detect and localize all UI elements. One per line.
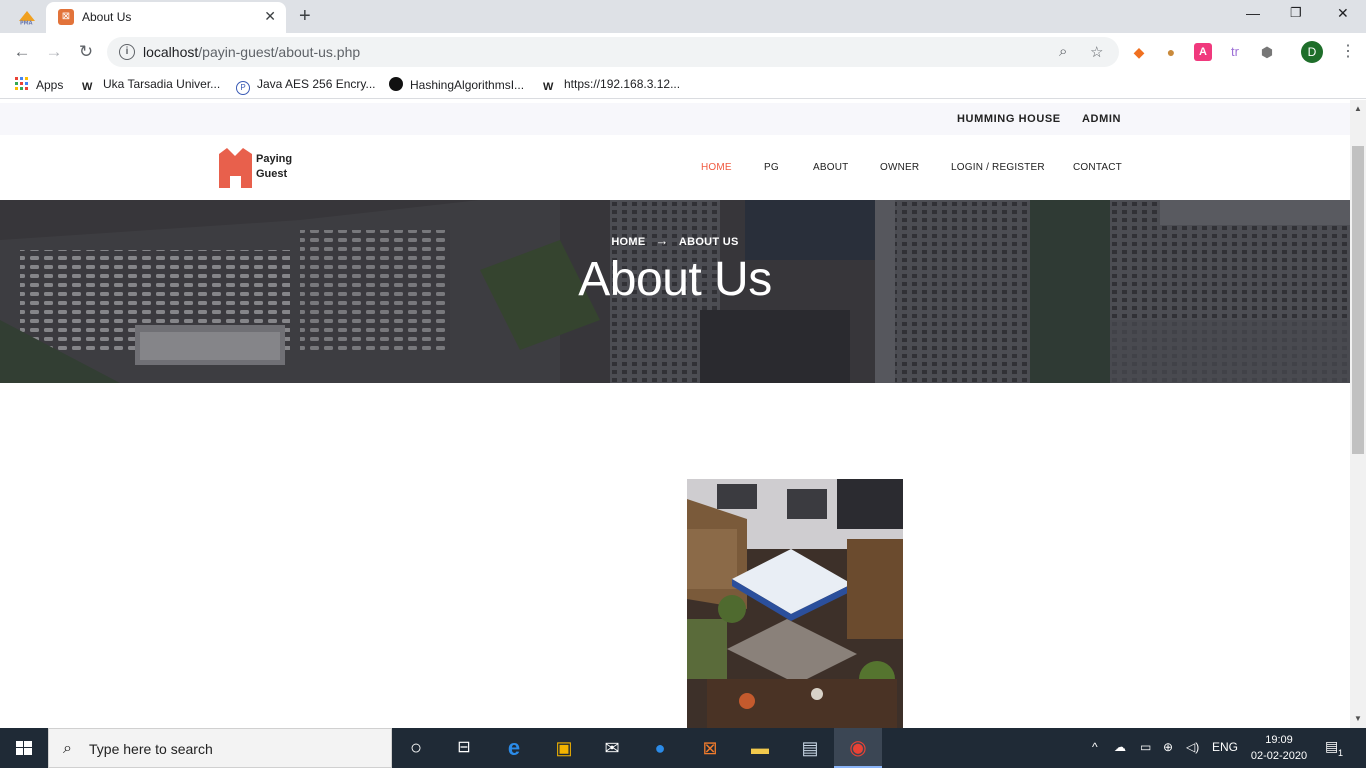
- network-icon[interactable]: ⊕: [1163, 740, 1173, 754]
- taskbar-search-box[interactable]: ⌕ Type here to search: [48, 728, 392, 768]
- bookmark-star-icon[interactable]: ☆: [1090, 43, 1103, 61]
- taskbar-clock[interactable]: 19:09 02-02-2020: [1244, 732, 1314, 764]
- browser-toolbar: ← → ↻ i localhost/payin-guest/about-us.p…: [0, 33, 1366, 71]
- about-rooftop-image: [687, 479, 903, 728]
- file-explorer-icon[interactable]: ▬: [736, 728, 784, 768]
- store-icon[interactable]: ▣: [540, 728, 588, 768]
- phpmyadmin-tab-icon[interactable]: PMA: [17, 9, 37, 25]
- nav-home[interactable]: HOME: [701, 162, 732, 173]
- taskbar-search-placeholder: Type here to search: [89, 741, 213, 757]
- nav-login-register[interactable]: LOGIN / REGISTER: [951, 162, 1045, 173]
- extension-orange-icon[interactable]: ◆: [1130, 43, 1148, 61]
- windows-start-icon[interactable]: [0, 728, 48, 768]
- forward-icon[interactable]: →: [43, 41, 65, 63]
- site-info-icon[interactable]: i: [119, 44, 135, 60]
- bookmark-apps[interactable]: Apps: [15, 77, 63, 92]
- new-tab-icon[interactable]: +: [299, 6, 311, 26]
- admin-link[interactable]: ADMIN: [1082, 113, 1121, 125]
- xampp-icon[interactable]: ⊠: [686, 728, 734, 768]
- chrome-icon[interactable]: ◉: [834, 728, 882, 768]
- nav-contact[interactable]: CONTACT: [1073, 162, 1122, 173]
- action-center-icon[interactable]: ▤: [1325, 738, 1338, 755]
- humming-house-link[interactable]: HUMMING HOUSE: [957, 113, 1061, 125]
- zoom-icon[interactable]: ⌕: [1059, 43, 1067, 60]
- java-site-icon: P: [236, 81, 250, 95]
- language-indicator[interactable]: ENG: [1212, 740, 1238, 754]
- cortana-icon[interactable]: ○: [392, 728, 440, 768]
- reload-icon[interactable]: ↻: [75, 41, 97, 63]
- edge-icon[interactable]: e: [490, 728, 538, 768]
- notification-count: 1: [1338, 748, 1344, 758]
- battery-icon[interactable]: ▭: [1140, 740, 1151, 754]
- breadcrumb-home-link[interactable]: HOME: [611, 236, 645, 248]
- w-site-icon: W: [543, 81, 554, 93]
- xampp-favicon: ⊠: [58, 9, 74, 25]
- w-site-icon: W: [82, 81, 93, 93]
- nav-about[interactable]: ABOUT: [813, 162, 848, 173]
- scroll-thumb[interactable]: [1352, 146, 1364, 454]
- top-utility-bar: HUMMING HOUSE ADMIN: [0, 103, 1350, 135]
- site-header: Paying Guest HOME PG ABOUT OWNER LOGIN /…: [0, 135, 1350, 200]
- window-close-icon[interactable]: ✕: [1337, 5, 1349, 22]
- page-scrollbar[interactable]: ▲ ▼: [1350, 100, 1366, 728]
- bookmark-uka-tarsadia[interactable]: W Uka Tarsadia Univer...: [82, 77, 220, 95]
- mail-icon[interactable]: ✉: [588, 728, 636, 768]
- page-hero-banner: HOME → ABOUT US About Us: [0, 200, 1350, 383]
- breadcrumb-current: ABOUT US: [678, 236, 739, 248]
- browser-menu-icon[interactable]: ⋮: [1340, 41, 1356, 63]
- bookmark-ip-address[interactable]: Whttps://192.168.3.12...: [543, 77, 680, 95]
- site-logo-text[interactable]: Paying Guest: [256, 152, 292, 182]
- minimize-icon[interactable]: —: [1246, 5, 1260, 21]
- arrow-right-icon: →: [655, 233, 669, 248]
- profile-avatar[interactable]: D: [1301, 41, 1323, 63]
- site-logo-icon[interactable]: [219, 148, 252, 188]
- extension-a-icon[interactable]: A: [1194, 43, 1212, 61]
- volume-icon[interactable]: ◁): [1186, 740, 1199, 754]
- translate-extension-icon[interactable]: tr: [1226, 43, 1244, 61]
- nav-pg[interactable]: PG: [764, 162, 779, 173]
- browser-tabstrip: PMA ⊠ About Us ✕ + — ❐ ✕: [0, 0, 1366, 33]
- scroll-down-icon[interactable]: ▼: [1350, 714, 1366, 723]
- active-tab[interactable]: ⊠ About Us ✕: [46, 2, 286, 33]
- address-bar[interactable]: i localhost/payin-guest/about-us.php ⌕ ☆: [107, 37, 1119, 67]
- windows-taskbar: ⌕ Type here to search ○ ⊟ e ▣ ✉ ● ⊠ ▬ ▤ …: [0, 728, 1366, 768]
- show-hidden-icons[interactable]: ^: [1092, 740, 1098, 754]
- tab-title: About Us: [82, 10, 132, 24]
- bookmark-java-aes[interactable]: P Java AES 256 Encry...: [236, 77, 376, 95]
- bookmark-hashing[interactable]: HashingAlgorithmsI...: [389, 77, 524, 92]
- cube-extension-icon[interactable]: ⬢: [1258, 43, 1276, 61]
- url-text[interactable]: localhost/payin-guest/about-us.php: [143, 44, 360, 60]
- svg-text:PMA: PMA: [20, 21, 33, 26]
- back-icon[interactable]: ←: [11, 41, 33, 63]
- restore-icon[interactable]: ❐: [1290, 5, 1302, 21]
- photos-app-icon[interactable]: ▤: [786, 728, 834, 768]
- cookie-extension-icon[interactable]: ●: [1162, 43, 1180, 61]
- tab-close-icon[interactable]: ✕: [264, 8, 276, 25]
- breadcrumb: HOME → ABOUT US: [0, 233, 1350, 248]
- page-viewport: HUMMING HOUSE ADMIN Paying Guest HOME PG…: [0, 100, 1350, 728]
- bookmarks-bar: Apps W Uka Tarsadia Univer... P Java AES 2…: [0, 71, 1366, 99]
- scroll-up-icon[interactable]: ▲: [1350, 104, 1366, 113]
- task-view-icon[interactable]: ⊟: [440, 728, 488, 768]
- maps-icon[interactable]: ●: [636, 728, 684, 768]
- github-icon: [389, 77, 403, 91]
- search-icon: ⌕: [63, 740, 72, 757]
- nav-owner[interactable]: OWNER: [880, 162, 919, 173]
- onedrive-icon[interactable]: ☁: [1114, 740, 1126, 754]
- apps-grid-icon: [15, 77, 28, 90]
- page-title: About Us: [578, 253, 772, 306]
